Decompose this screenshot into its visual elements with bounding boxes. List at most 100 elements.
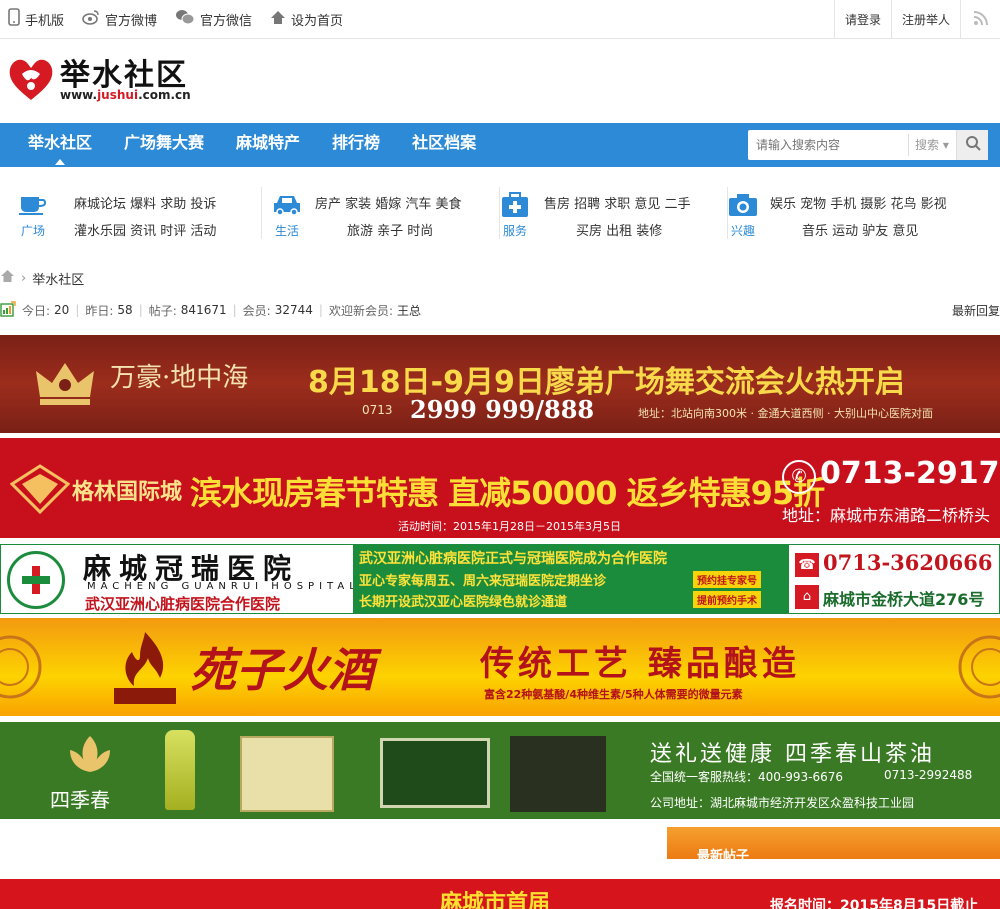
search-icon [965,135,981,155]
wechat-icon [175,9,195,29]
banner-headline: 8月18日-9月9日廖弟广场舞交流会火热开启 [308,365,905,400]
wechat-link[interactable]: 官方微信 [175,9,252,29]
stats-icon [0,300,16,320]
rss-icon [973,10,989,29]
category-life: 生活 房产 家装 婚嫁 汽车 美食 旅游 亲子 时尚 [272,183,500,245]
category-interest: 兴趣 娱乐 宠物 手机 摄影 花鸟 影视 音乐 运动 驴友 意见 [728,183,988,243]
nav-item-specialty[interactable]: 麻城特产 [220,123,316,167]
register-link[interactable]: 注册举人 [890,0,960,38]
search-type-select[interactable]: 搜索 ▾ [908,134,956,156]
camellia-logo-icon [60,732,120,782]
home-icon[interactable] [0,269,15,287]
banner-address: 麻城市金桥大道276号 [823,590,985,609]
nav-item-dance[interactable]: 广场舞大赛 [108,123,220,167]
category-links-row[interactable]: 麻城论坛 爆料 求助 投诉 [74,191,216,218]
breadcrumb-current[interactable]: 举水社区 [32,269,84,288]
category-links: 娱乐 宠物 手机 摄影 花鸟 影视 音乐 运动 驴友 意见 [770,191,947,245]
search-input[interactable] [748,130,908,160]
newest-member-link[interactable]: 王总 [397,302,421,319]
divider: | [138,303,143,317]
banner-slogan: 送礼送健康 四季春山茶油 [650,742,935,767]
heart-logo-icon [8,54,54,108]
url-prefix: www. [60,88,98,102]
weibo-icon [82,9,100,29]
product-giftbox-image [240,736,334,812]
ornament-icon [0,628,60,706]
category-panel: 广场 麻城论坛 爆料 求助 投诉 灌水乐园 资讯 时评 活动 生活 房产 家装 婚… [0,183,1000,243]
top-bar-left: 手机版 官方微博 官方微信 设为首页 [8,0,343,38]
search-box: 搜索 ▾ [748,130,988,160]
search-button[interactable] [956,130,988,160]
search-type-label: 搜索 [915,138,940,152]
product-case-image [380,738,490,808]
banner-tag2: 提前预约手术 [693,591,761,608]
category-links-row[interactable]: 娱乐 宠物 手机 摄影 花鸟 影视 [770,191,947,218]
logo-url: www.jushui.com.cn [60,88,191,102]
category-links-row[interactable]: 售房 招聘 求职 意见 二手 [544,191,691,218]
nav-item-archive[interactable]: 社区档案 [396,123,492,167]
ad-banner-liquor[interactable]: 苑子火酒 传统工艺 臻品酿造 富含22种氨基酸/4种维生素/5种人体需要的微量元… [0,618,1000,716]
banner-slogan: 传统工艺 臻品酿造 [480,644,800,684]
banner-phone: 2999 999/888 [410,395,595,424]
banner-line2: 亚心专家每周五、周六来冠瑞医院定期坐诊 [359,574,607,589]
ad-banner-camellia-oil[interactable]: 四季春 送礼送健康 四季春山茶油 全国统一客服热线：400-993-6676 0… [0,722,1000,819]
banner-period: 活动时间：2015年1月28日－2015年3月5日 [398,520,621,533]
banner-phone-prefix: 0713 [362,403,393,417]
category-links-row[interactable]: 买房 出租 装修 [544,218,691,245]
category-links-row[interactable]: 灌水乐园 资讯 时评 活动 [74,218,216,245]
stats-members-label: 会员: [242,303,271,318]
banner-title: 麻城市首届 [440,890,551,909]
mobile-link[interactable]: 手机版 [8,8,64,30]
banner-green-panel: 武汉亚洲心脏病医院正式与冠瑞医院成为合作医院 亚心专家每周五、周六来冠瑞医院定期… [353,545,789,613]
chevron-down-icon: ▾ [942,138,949,152]
weibo-link[interactable]: 官方微博 [82,9,157,29]
banner-phone: 0713-2917999 [820,456,1000,491]
ornament-icon [940,628,1000,706]
category-label: 兴趣 [730,224,755,238]
nav-item-jushui[interactable]: 举水社区 [12,123,108,167]
nav-item-ranking[interactable]: 排行榜 [316,123,396,167]
ad-banner-gelin[interactable]: 格林国际城 滨水现房春节特惠 直减50000 返乡特惠95折 活动时间：2015… [0,438,1000,538]
rss-link[interactable] [960,0,1000,38]
category-service: 服务 售房 招聘 求职 意见 二手 买房 出租 装修 [500,183,728,245]
login-link[interactable]: 请登录 [833,0,891,38]
ad-banner-wanhao[interactable]: 万豪·地中海 8月18日-9月9日廖弟广场舞交流会火热开启 0713 2999 … [0,335,1000,433]
ad-banner-event[interactable]: 麻城市首届 报名时间：2015年8月15日截止 [0,879,1000,909]
camera-icon [728,191,758,219]
site-logo[interactable]: 举水社区 www.jushui.com.cn [8,50,208,110]
banner-sub: 武汉亚洲心脏病医院合作医院 [85,595,281,613]
cup-icon [18,191,48,219]
crown-logo-icon [30,357,100,413]
hospital-logo-icon [7,551,65,609]
url-highlight: jushui [97,88,139,102]
set-homepage-link[interactable]: 设为首页 [270,10,343,29]
stats-today: 20 [54,303,70,317]
banner-sub: 富含22种氨基酸/4种维生素/5种人体需要的微量元素 [484,688,743,701]
category-links-row[interactable]: 音乐 运动 驴友 意见 [770,218,947,245]
category-label: 服务 [502,224,527,238]
medkit-icon [500,191,530,219]
mobile-label: 手机版 [25,13,65,29]
stats-posts-label: 帖子: [148,303,177,318]
stats-posts: 841671 [180,303,227,317]
banner-line3: 长期开设武汉亚心医院绿色就诊通道 [359,595,568,610]
ad-banner-hospital[interactable]: 麻城冠瑞医院 MACHENG GUANRUI HOSPITAL 武汉亚洲心脏病医… [0,544,1000,614]
category-links-row[interactable]: 房产 家装 婚嫁 汽车 美食 [315,191,462,218]
url-suffix: .com.cn [138,88,191,102]
banner-tag1: 预约挂专家号 [693,571,761,588]
top-bar-right: 请登录 注册举人 [833,0,1000,38]
latest-posts-tab[interactable]: 最新帖子 [667,827,1000,859]
banner-deadline: 报名时间：2015年8月15日截止 [770,898,979,909]
banner-phone: 0713-3620666 [823,550,993,575]
latest-reply-link[interactable]: 最新回复 [952,302,1000,319]
car-icon [272,191,302,219]
phone-icon: ✆ [782,460,816,494]
category-links: 房产 家装 婚嫁 汽车 美食 旅游 亲子 时尚 [315,191,462,245]
stats-yesterday-label: 昨日: [85,303,114,318]
category-links: 麻城论坛 爆料 求助 投诉 灌水乐园 资讯 时评 活动 [74,191,216,245]
homepage-label: 设为首页 [291,13,344,29]
category-links-row[interactable]: 旅游 亲子 时尚 [315,218,462,245]
top-bar: 手机版 官方微博 官方微信 设为首页 请登录 注册举人 [0,0,1000,39]
banner-line1: 武汉亚洲心脏病医院正式与冠瑞医院成为合作医院 [359,551,667,567]
stats-yesterday: 58 [117,303,133,317]
